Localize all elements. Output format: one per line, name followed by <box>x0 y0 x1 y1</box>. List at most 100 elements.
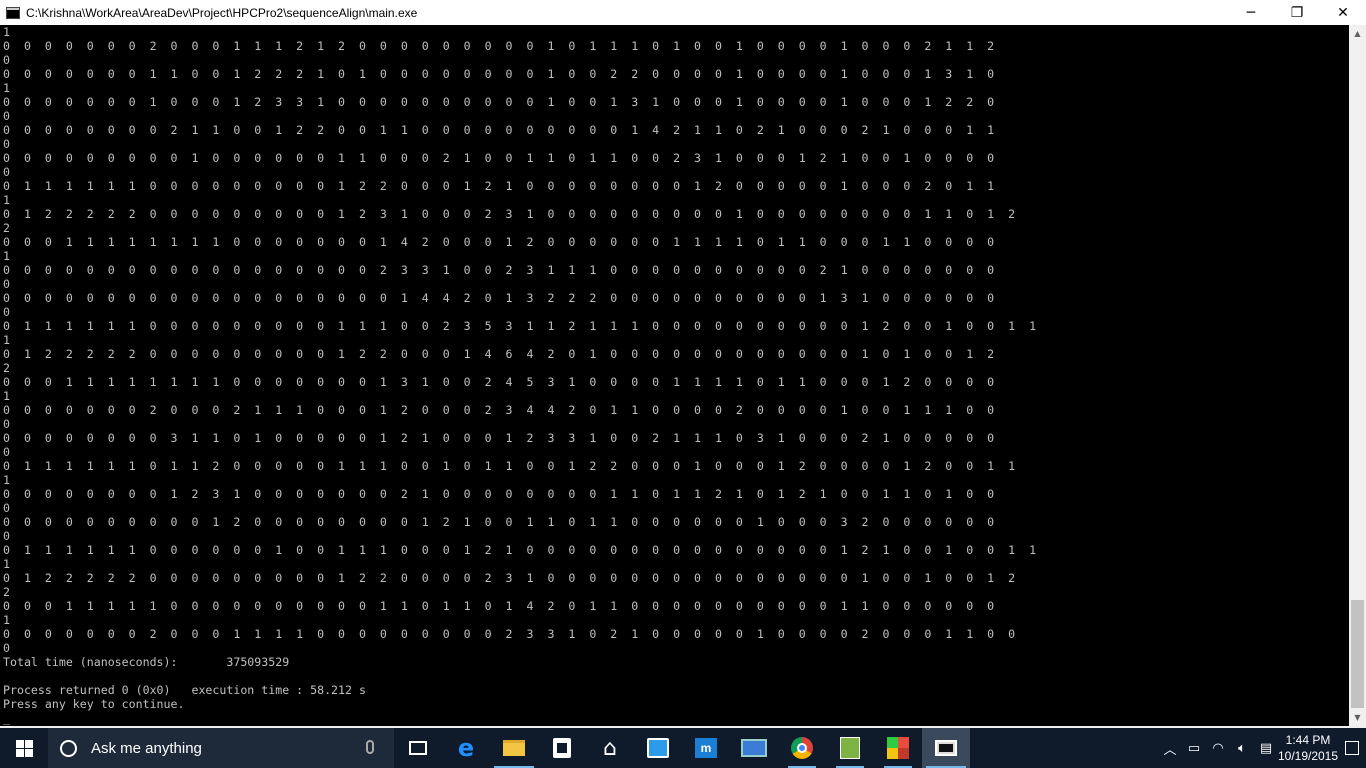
console-line: 0 0 0 0 0 0 0 0 2 1 1 0 0 1 2 2 0 0 1 1 … <box>3 123 995 137</box>
taskbar-mail[interactable] <box>634 728 682 768</box>
console-line: 0 <box>3 165 10 179</box>
console-line: 0 0 0 0 0 0 0 0 3 1 1 0 1 0 0 0 0 0 1 2 … <box>3 431 995 445</box>
edge-icon: e <box>457 734 475 762</box>
battery-icon[interactable]: ▭ <box>1182 728 1206 768</box>
console-output-area[interactable]: 10 0 0 0 0 0 0 2 0 0 0 1 1 1 2 1 2 0 0 0… <box>0 25 1349 726</box>
taskbar-file-explorer[interactable] <box>490 728 538 768</box>
console-line: 0 <box>3 137 10 151</box>
console-line: 0 0 0 1 1 1 1 1 0 0 0 0 0 0 0 0 0 0 1 1 … <box>3 599 995 613</box>
console-line: 0 <box>3 445 10 459</box>
console-line: 0 0 0 0 0 0 0 2 0 0 0 2 1 1 1 0 0 0 1 2 … <box>3 403 995 417</box>
vertical-scrollbar[interactable]: ▲ ▼ <box>1349 25 1366 726</box>
taskbar-remote[interactable]: m <box>682 728 730 768</box>
task-view-icon <box>409 741 427 755</box>
clock-date: 10/19/2015 <box>1277 749 1339 763</box>
console-line: 0 1 1 1 1 1 1 0 1 1 2 0 0 0 0 0 1 1 1 0 … <box>3 459 1016 473</box>
taskbar-store[interactable] <box>538 728 586 768</box>
console-line: 0 0 0 0 0 0 0 0 0 0 1 2 0 0 0 0 0 0 0 0 … <box>3 515 995 529</box>
scroll-down-arrow-icon[interactable]: ▼ <box>1349 709 1366 726</box>
taskbar-monitor-app[interactable] <box>730 728 778 768</box>
console-line: 0 <box>3 305 10 319</box>
console-line: 2 <box>3 361 10 375</box>
console-line: 0 1 2 2 2 2 2 0 0 0 0 0 0 0 0 0 1 2 2 0 … <box>3 571 1016 585</box>
console-line: Press any key to continue. <box>3 697 185 711</box>
taskbar: Ask me anything e ⌂ m ︿ ▭ ◠ 🔈︎ ▤ 1:44 PM… <box>0 728 1366 768</box>
console-line: 0 0 0 0 0 0 0 0 1 2 3 1 0 0 0 0 0 0 0 2 … <box>3 487 995 501</box>
task-view-button[interactable] <box>394 728 442 768</box>
console-line: 1 <box>3 81 10 95</box>
system-tray: ︿ ▭ ◠ 🔈︎ ▤ 1:44 PM 10/19/2015 <box>1158 728 1366 768</box>
cortana-icon <box>60 739 77 757</box>
console-line: 0 0 0 1 1 1 1 1 1 1 1 0 0 0 0 0 0 0 1 3 … <box>3 375 995 389</box>
console-line: 0 1 1 1 1 1 1 0 0 0 0 0 0 0 0 0 1 2 2 0 … <box>3 179 995 193</box>
console-line: Process returned 0 (0x0) execution time … <box>3 683 366 697</box>
taskbar-chart-app[interactable] <box>826 728 874 768</box>
console-line: 0 0 0 0 0 0 0 2 0 0 0 1 1 1 2 1 2 0 0 0 … <box>3 39 995 53</box>
start-button[interactable] <box>0 728 48 768</box>
console-text: 10 0 0 0 0 0 0 2 0 0 0 1 1 1 2 1 2 0 0 0… <box>3 25 1036 725</box>
console-line: 0 <box>3 109 10 123</box>
cortana-search-box[interactable]: Ask me anything <box>48 728 394 768</box>
monitor-app-icon <box>741 739 767 757</box>
console-line: 0 0 0 0 0 0 0 0 0 0 0 0 0 0 0 0 0 0 0 1 … <box>3 291 995 305</box>
console-line: 0 <box>3 641 10 655</box>
clock-time: 1:44 PM <box>1285 733 1331 747</box>
remote-app-icon: m <box>695 738 717 758</box>
taskbar-edge[interactable]: e <box>442 728 490 768</box>
taskbar-multi-app[interactable] <box>874 728 922 768</box>
window-titlebar[interactable]: C:\Krishna\WorkArea\AreaDev\Project\HPCP… <box>0 0 1366 25</box>
wifi-icon[interactable]: ◠ <box>1206 728 1230 768</box>
console-line: _ <box>3 711 10 725</box>
windows-logo-icon <box>15 739 33 757</box>
console-line: 1 <box>3 613 10 627</box>
restore-button[interactable]: ❐ <box>1274 0 1320 25</box>
console-line: 1 <box>3 389 10 403</box>
window-title: C:\Krishna\WorkArea\AreaDev\Project\HPCP… <box>26 5 418 20</box>
console-line: 0 0 0 0 0 0 0 1 0 0 0 1 2 3 3 1 0 0 0 0 … <box>3 95 995 109</box>
console-line: 1 <box>3 25 10 39</box>
console-line: 0 1 1 1 1 1 1 0 0 0 0 0 0 1 0 0 1 1 1 0 … <box>3 543 1037 557</box>
console-line: 1 <box>3 333 10 347</box>
mail-icon <box>647 738 669 758</box>
console-line: 1 <box>3 473 10 487</box>
scroll-up-arrow-icon[interactable]: ▲ <box>1349 25 1366 42</box>
scrollbar-thumb[interactable] <box>1351 600 1364 708</box>
close-button[interactable]: ✕ <box>1320 0 1366 25</box>
console-window-icon <box>935 740 957 756</box>
folder-icon <box>503 740 525 756</box>
taskbar-home[interactable]: ⌂ <box>586 728 634 768</box>
minimize-button[interactable]: ─ <box>1228 0 1274 25</box>
microphone-icon[interactable] <box>366 740 374 754</box>
chrome-icon <box>791 737 813 759</box>
console-line: 0 0 0 0 0 0 0 0 0 0 0 0 0 0 0 0 0 0 2 3 … <box>3 263 995 277</box>
console-line: 0 1 2 2 2 2 2 0 0 0 0 0 0 0 0 0 1 2 2 0 … <box>3 347 995 361</box>
console-line: 0 <box>3 53 10 67</box>
taskbar-console-app[interactable] <box>922 728 970 768</box>
console-line: 0 <box>3 529 10 543</box>
console-line: 1 <box>3 193 10 207</box>
console-line: 0 <box>3 501 10 515</box>
console-line: 0 0 0 0 0 0 0 2 0 0 0 1 1 1 1 0 0 0 0 0 … <box>3 627 1016 641</box>
console-line: 1 <box>3 557 10 571</box>
notification-icon <box>1345 741 1359 755</box>
console-line: 0 1 2 2 2 2 2 0 0 0 0 0 0 0 0 0 1 2 3 1 … <box>3 207 1016 221</box>
keyboard-icon[interactable]: ▤ <box>1254 728 1278 768</box>
volume-icon[interactable]: 🔈︎ <box>1230 728 1254 768</box>
taskbar-clock[interactable]: 1:44 PM 10/19/2015 <box>1278 728 1338 768</box>
console-line: 2 <box>3 221 10 235</box>
window-controls: ─ ❐ ✕ <box>1228 0 1366 25</box>
console-line: 0 <box>3 417 10 431</box>
show-hidden-icons-chevron-up-icon[interactable]: ︿ <box>1158 728 1182 768</box>
taskbar-chrome[interactable] <box>778 728 826 768</box>
home-icon: ⌂ <box>603 735 617 761</box>
action-center-button[interactable] <box>1338 728 1366 768</box>
store-icon <box>553 738 571 758</box>
console-line: 0 0 0 0 0 0 0 1 1 0 0 1 2 2 2 1 0 1 0 0 … <box>3 67 995 81</box>
console-line: 0 0 0 0 0 0 0 0 0 1 0 0 0 0 0 0 1 1 0 0 … <box>3 151 995 165</box>
console-line: 1 <box>3 249 10 263</box>
console-line: 0 0 0 1 1 1 1 1 1 1 1 0 0 0 0 0 0 0 1 4 … <box>3 235 995 249</box>
search-placeholder: Ask me anything <box>91 739 202 757</box>
console-line: 0 1 1 1 1 1 1 0 0 0 0 0 0 0 0 0 1 1 1 0 … <box>3 319 1037 333</box>
multicolor-app-icon <box>887 737 909 759</box>
